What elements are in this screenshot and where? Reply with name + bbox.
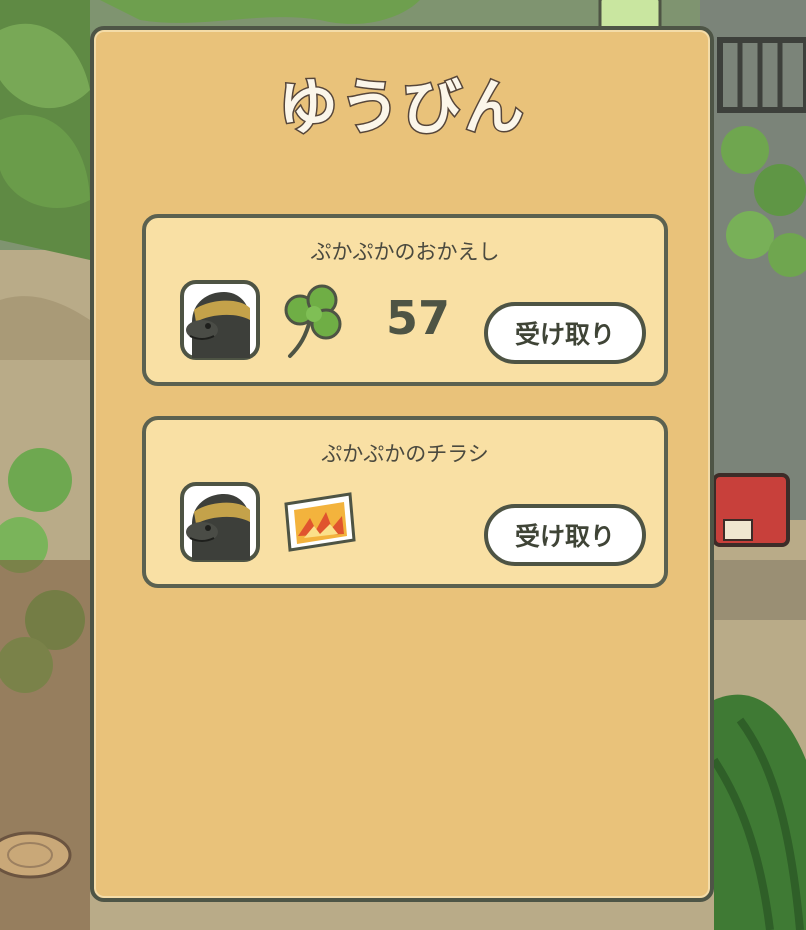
tortoise-avatar-icon — [180, 482, 260, 562]
clover-icon — [284, 284, 342, 358]
mail-item-title: ぷかぷかのチラシ — [321, 442, 489, 466]
mailbox-panel: ゆうびん ぷかぷかのおかえし 57 受け取り ぷかぷかのチラシ 受け取り — [90, 26, 714, 902]
reward-count: 57 — [386, 291, 451, 345]
receive-button[interactable]: 受け取り — [484, 302, 646, 364]
mail-item: ぷかぷかのチラシ 受け取り — [142, 416, 668, 588]
mail-item: ぷかぷかのおかえし 57 受け取り — [142, 214, 668, 386]
mail-item-title: ぷかぷかのおかえし — [310, 240, 500, 264]
receive-button[interactable]: 受け取り — [484, 504, 646, 566]
tortoise-avatar-icon — [180, 280, 260, 360]
game-screen: ゆうびん ぷかぷかのおかえし 57 受け取り ぷかぷかのチラシ 受け取り — [0, 0, 806, 930]
mailbox-title: ゆうびん — [277, 72, 526, 145]
flyer-icon — [284, 492, 356, 552]
